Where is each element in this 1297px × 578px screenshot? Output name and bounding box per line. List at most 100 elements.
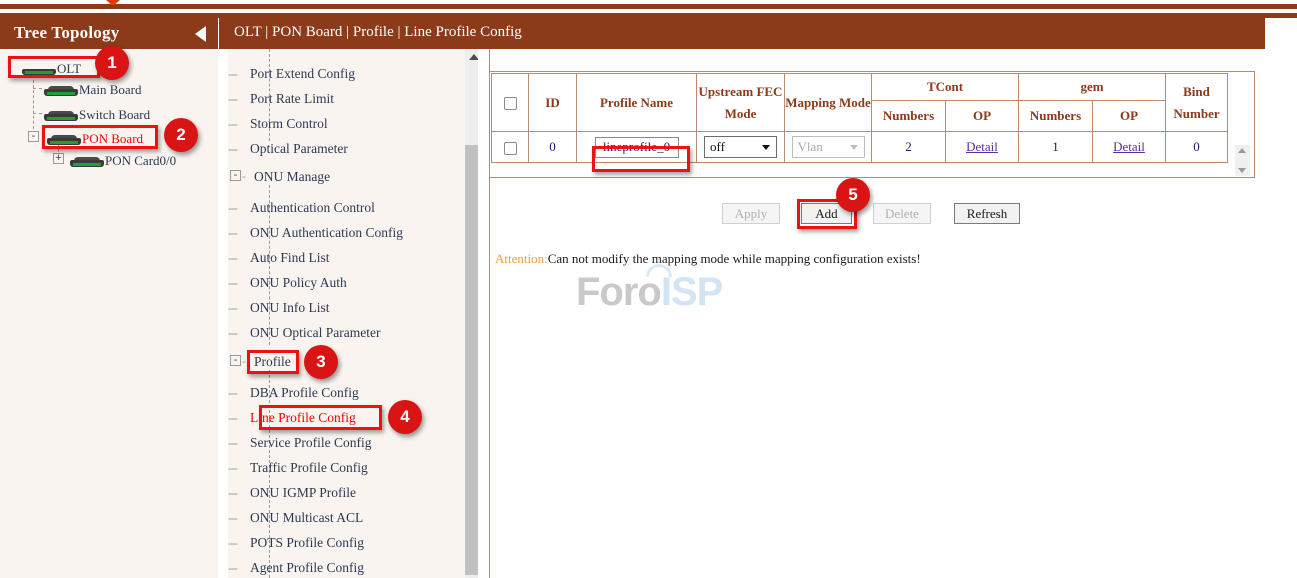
cell-upstream-fec-mode: off — [697, 132, 785, 163]
menu-item-onu-multicast-acl[interactable]: ---ONU Multicast ACL — [228, 510, 363, 526]
menu-item-label: DBA Profile Config — [250, 385, 359, 400]
menu-branch-icon: --- — [228, 67, 250, 81]
refresh-button[interactable]: Refresh — [954, 203, 1020, 224]
mapping-mode-select[interactable]: Vlan — [792, 136, 865, 158]
attention-label: Attention: — [495, 251, 548, 266]
profile-name-input[interactable] — [595, 137, 679, 158]
device-chassis-icon — [70, 155, 104, 167]
delete-button[interactable]: Delete — [873, 203, 931, 224]
menu-item-onu-manage[interactable]: ONU Manage — [254, 169, 330, 185]
menu-branch-icon: --- — [228, 201, 250, 215]
attention-text: Can not modify the mapping mode while ma… — [548, 251, 921, 266]
menu-item-onu-info-list[interactable]: ---ONU Info List — [228, 300, 330, 316]
table-header-row-1: ID Profile Name Upstream FEC Mode Mappin… — [492, 74, 1228, 101]
scroll-up-icon[interactable] — [1238, 148, 1246, 153]
menu-item-onu-policy-auth[interactable]: ---ONU Policy Auth — [228, 275, 347, 291]
annotation-badge-5: 5 — [836, 178, 870, 212]
cell-tcont-op: Detail — [946, 132, 1019, 163]
tree-node-olt[interactable]: OLT — [22, 60, 81, 77]
table-row: 0 off Vlan 2 Detail 1 Detail 0 — [492, 132, 1228, 163]
menu-branch-icon: --- — [228, 92, 250, 106]
device-chassis-icon — [44, 84, 78, 96]
top-decoration-bar — [0, 0, 1297, 18]
gem-detail-link[interactable]: Detail — [1113, 139, 1145, 154]
menu-scrollbar-thumb[interactable] — [465, 145, 478, 575]
menu-item-service-profile-config[interactable]: ---Service Profile Config — [228, 435, 371, 451]
menu-item-label: ONU Multicast ACL — [250, 510, 363, 525]
header-upstream-fec-line2: Mode — [725, 106, 757, 121]
menu-expander-onu-manage[interactable]: - — [230, 170, 241, 181]
menu-item-onu-optical-parameter[interactable]: ---ONU Optical Parameter — [228, 325, 380, 341]
menu-item-label: Storm Control — [250, 116, 328, 131]
tcont-detail-link[interactable]: Detail — [966, 139, 998, 154]
menu-branch-icon: --- — [228, 386, 250, 400]
menu-branch-icon: --- — [228, 142, 250, 156]
menu-item-label: ONU Optical Parameter — [250, 325, 380, 340]
menu-item-pots-profile-config[interactable]: ---POTS Profile Config — [228, 535, 364, 551]
header-tcont: TCont — [872, 74, 1019, 101]
menu-item-dba-profile-config[interactable]: ---DBA Profile Config — [228, 385, 359, 401]
header-id: ID — [529, 74, 577, 132]
tree-panel-header: Tree Topology — [0, 18, 218, 49]
menu-branch-icon: --- — [228, 117, 250, 131]
scroll-down-icon[interactable] — [1238, 168, 1246, 173]
tree-node-label: Switch Board — [79, 107, 150, 122]
annotation-badge-1: 1 — [95, 46, 129, 80]
header-upstream-fec-mode: Upstream FEC Mode — [697, 74, 785, 132]
tree-node-pon-card[interactable]: PON Card0/0 — [70, 152, 176, 169]
menu-item-optical-parameter[interactable]: ---Optical Parameter — [228, 141, 348, 157]
menu-item-profile[interactable]: Profile — [254, 354, 291, 370]
cell-id: 0 — [529, 132, 577, 163]
menu-item-auto-find-list[interactable]: ---Auto Find List — [228, 250, 330, 266]
apply-button[interactable]: Apply — [722, 203, 780, 224]
menu-branch-icon: --- — [228, 226, 250, 240]
row-checkbox[interactable] — [504, 142, 517, 155]
select-all-checkbox[interactable] — [504, 97, 517, 110]
menu-scroll-up-icon[interactable] — [469, 54, 478, 60]
header-upstream-fec-line1: Upstream FEC — [699, 84, 783, 99]
tree-node-main-board[interactable]: Main Board — [44, 81, 141, 98]
menu-branch-icon: --- — [228, 536, 250, 550]
menu-item-onu-igmp-profile[interactable]: ---ONU IGMP Profile — [228, 485, 356, 501]
upstream-fec-mode-select[interactable]: off — [704, 136, 777, 158]
header-bind-line2: Number — [1173, 106, 1219, 121]
cell-gem-numbers: 1 — [1019, 132, 1093, 163]
menu-item-label: ONU Authentication Config — [250, 225, 403, 240]
collapse-left-icon[interactable] — [195, 26, 206, 42]
menu-branch-icon: --- — [228, 276, 250, 290]
menu-item-label: ONU Info List — [250, 300, 330, 315]
table-row-scrollbar[interactable] — [1235, 145, 1250, 176]
menu-item-label: POTS Profile Config — [250, 535, 364, 550]
menu-item-onu-authentication-config[interactable]: ---ONU Authentication Config — [228, 225, 403, 241]
tree-node-switch-board[interactable]: Switch Board — [44, 106, 150, 123]
cell-profile-name — [577, 132, 697, 163]
menu-item-label: Auto Find List — [250, 250, 330, 265]
breadcrumb: OLT | PON Board | Profile | Line Profile… — [234, 24, 522, 41]
menu-item-storm-control[interactable]: ---Storm Control — [228, 116, 328, 132]
annotation-badge-2: 2 — [164, 118, 198, 152]
menu-expander-profile[interactable]: - — [230, 355, 241, 366]
tree-expander-pon-board[interactable]: - — [28, 131, 39, 142]
cell-gem-op: Detail — [1093, 132, 1166, 163]
tree-node-label: OLT — [57, 61, 81, 76]
menu-branch-icon: --- — [228, 301, 250, 315]
menu-branch-icon: --- — [228, 251, 250, 265]
menu-item-port-rate-limit[interactable]: ---Port Rate Limit — [228, 91, 334, 107]
row-select-cell — [492, 132, 529, 163]
tree-node-label: PON Card0/0 — [105, 153, 176, 168]
upstream-fec-mode-value: off — [710, 139, 725, 154]
tree-expander-pon-card[interactable]: + — [53, 153, 64, 164]
menu-item-port-extend-config[interactable]: ---Port Extend Config — [228, 66, 355, 82]
menu-branch-icon: --- — [228, 411, 250, 425]
menu-item-label: Service Profile Config — [250, 435, 371, 450]
mapping-mode-value: Vlan — [798, 139, 823, 154]
annotation-badge-4: 4 — [388, 400, 422, 434]
menu-item-line-profile-config[interactable]: ---Line Profile Config — [228, 410, 356, 426]
menu-item-agent-profile-config[interactable]: ---Agent Profile Config — [228, 560, 364, 576]
chevron-down-icon — [762, 145, 770, 150]
chevron-down-icon — [850, 145, 858, 150]
menu-branch-icon: --- — [228, 486, 250, 500]
menu-item-traffic-profile-config[interactable]: ---Traffic Profile Config — [228, 460, 368, 476]
tree-node-pon-board[interactable]: PON Board — [47, 130, 143, 147]
menu-item-authentication-control[interactable]: ---Authentication Control — [228, 200, 375, 216]
